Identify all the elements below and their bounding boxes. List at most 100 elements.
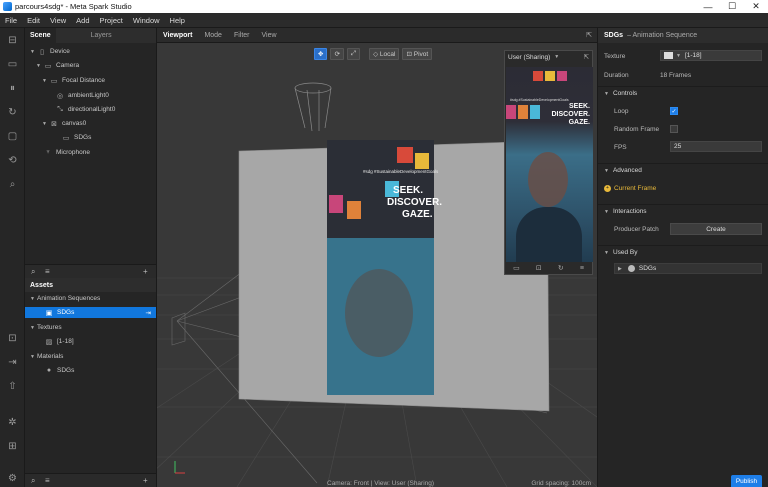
import-icon[interactable]: ⊡	[6, 332, 19, 345]
tree-item-directional-light[interactable]: ⤡ directionalLight0	[48, 104, 115, 115]
tree-item-focal-distance[interactable]: ▼ ▭ Focal Distance	[42, 75, 105, 86]
signin-icon[interactable]: ⇥	[6, 356, 19, 369]
layout-icon[interactable]: ⊟	[6, 34, 19, 47]
tree-item-microphone[interactable]: ♆ Microphone	[36, 147, 90, 158]
preview-device-select[interactable]: User (Sharing)	[508, 54, 550, 61]
assets-header: Assets	[25, 278, 156, 292]
local-button[interactable]: ◇ Local	[369, 48, 400, 60]
texture-select[interactable]: ▼ [1-18]	[660, 50, 762, 61]
fps-input[interactable]: 25	[670, 141, 762, 152]
rotate-device-icon[interactable]: ↻	[558, 264, 564, 272]
assets-panel: Assets ▼ Animation Sequences ▣ SDGs ⇥ ▼ …	[25, 278, 157, 487]
preview-hashtag-text: #sdg #SustainableDevelopmentGoals	[510, 98, 569, 102]
add-icon[interactable]: +	[143, 476, 148, 485]
section-interactions[interactable]: ▼ Interactions	[598, 204, 768, 218]
restart-icon[interactable]: ↻	[6, 106, 19, 119]
loop-checkbox[interactable]: ✓	[670, 107, 678, 115]
create-patch-button[interactable]: Create	[670, 223, 762, 235]
tree-item-sdgs[interactable]: ▭ SDGs	[54, 132, 92, 143]
popout-icon[interactable]: ⇱	[584, 53, 589, 61]
search-icon[interactable]: ⌕	[6, 178, 19, 191]
device-frame-icon[interactable]: ▢	[6, 130, 19, 143]
duration-label: Duration	[604, 71, 629, 79]
current-frame-label[interactable]: Current Frame	[614, 185, 656, 192]
axis-gizmo-icon	[174, 461, 185, 474]
scene-panel-footer: ⌕ ≡ +	[25, 264, 156, 278]
publish-button[interactable]: Publish	[731, 475, 762, 487]
pivot-button[interactable]: ⊡ Pivot	[402, 48, 433, 60]
bug-icon[interactable]: ✲	[6, 416, 19, 429]
record-video-icon[interactable]: ▭	[513, 264, 520, 272]
pivot-icon: ⊡	[406, 51, 412, 58]
canvas-slogan-1: SEEK.	[393, 185, 423, 196]
menu-view[interactable]: View	[45, 16, 71, 25]
notifications-icon[interactable]: ⊞	[6, 440, 19, 453]
minimize-button[interactable]: —	[696, 0, 720, 13]
assets-item-texture[interactable]: ▨ [1-18]	[44, 336, 74, 347]
assets-item-material[interactable]: ● SDGs	[44, 365, 74, 376]
menu-file[interactable]: File	[0, 16, 22, 25]
tree-item-canvas[interactable]: ▼ ⊠ canvas0	[42, 118, 86, 129]
ambient-light-icon: ◎	[56, 92, 64, 100]
properties-header: SDGs – Animation Sequence	[598, 28, 768, 43]
filter-icon[interactable]: ≡	[45, 267, 50, 276]
left-toolbar: ⊟ ▭ ⏸ ↻ ▢ ⟲ ⌕ ⊡ ⇥ ⇧ ✲ ⊞ ⚙	[0, 28, 25, 487]
tree-item-device[interactable]: ▼ ▯ Device	[30, 46, 70, 57]
search-icon[interactable]: ⌕	[31, 267, 35, 277]
export-icon[interactable]: ⇧	[6, 380, 19, 393]
viewport[interactable]: #sdg #SustainableDevelopmentGoals SEEK. …	[157, 43, 597, 487]
assets-group-animation-sequences[interactable]: ▼ Animation Sequences	[30, 293, 100, 304]
chevron-down-icon[interactable]: ▼	[554, 54, 559, 60]
screenshot-icon[interactable]: ⊡	[536, 264, 542, 272]
tab-view[interactable]: View	[256, 32, 283, 39]
menu-window[interactable]: Window	[128, 16, 165, 25]
assets-group-materials[interactable]: ▼ Materials	[30, 351, 63, 362]
directional-light-icon: ⤡	[57, 105, 63, 113]
pause-icon[interactable]: ⏸	[6, 82, 19, 95]
texture-label: Texture	[604, 52, 626, 60]
animation-sequence-icon: ▣	[45, 309, 53, 317]
settings-gear-icon[interactable]: ⚙	[6, 472, 19, 485]
camera-icon: ▭	[44, 62, 52, 70]
menu-help[interactable]: Help	[165, 16, 190, 25]
link-arrow-icon[interactable]: ⇥	[146, 309, 151, 317]
move-tool-button[interactable]: ✥	[314, 48, 328, 60]
tab-layers[interactable]: Layers	[86, 28, 117, 43]
menu-edit[interactable]: Edit	[22, 16, 45, 25]
simulator-preview[interactable]: User (Sharing) ▼ ⇱ #sdg #SustainableDeve…	[504, 50, 593, 275]
selected-type: – Animation Sequence	[627, 32, 698, 39]
video-icon[interactable]: ▭	[6, 58, 19, 71]
chevron-down-icon: ▼	[676, 52, 681, 59]
add-icon[interactable]: +	[143, 267, 148, 276]
section-used-by[interactable]: ▼ Used By	[598, 245, 768, 259]
close-button[interactable]: ✕	[744, 0, 768, 13]
filter-icon[interactable]: ≡	[45, 476, 50, 485]
tree-item-ambient-light[interactable]: ◎ ambientLight0	[48, 90, 109, 101]
maximize-button[interactable]: ☐	[720, 0, 744, 13]
canvas-icon: ⊠	[51, 120, 57, 128]
section-controls[interactable]: ▼ Controls	[598, 86, 768, 100]
scale-tool-button[interactable]: ⤢	[346, 48, 361, 60]
popout-icon[interactable]: ⇱	[586, 31, 592, 39]
canvas-slogan-3: GAZE.	[402, 209, 433, 220]
menu-add[interactable]: Add	[71, 16, 94, 25]
app-logo-icon	[3, 2, 12, 11]
add-patch-icon[interactable]: +	[604, 184, 611, 192]
sync-icon[interactable]: ⟲	[6, 154, 19, 167]
menu-project[interactable]: Project	[95, 16, 128, 25]
tab-mode[interactable]: Mode	[198, 32, 228, 39]
preview-menu-icon[interactable]: ≡	[580, 265, 584, 272]
used-by-item[interactable]: ▶ SDGs	[614, 263, 762, 274]
section-advanced[interactable]: ▼ Advanced	[598, 163, 768, 177]
tab-filter[interactable]: Filter	[228, 32, 256, 39]
assets-group-textures[interactable]: ▼ Textures	[30, 322, 62, 333]
canvas-slogan-2: DISCOVER.	[387, 197, 442, 208]
random-frame-checkbox[interactable]	[670, 125, 678, 133]
search-icon[interactable]: ⌕	[31, 476, 35, 486]
preview-slogan: SEEK. DISCOVER. GAZE.	[551, 103, 590, 126]
assets-item-sdgs-sequence[interactable]: ▣ SDGs ⇥	[25, 307, 156, 318]
rotate-tool-button[interactable]: ⟳	[330, 48, 344, 60]
tab-scene[interactable]: Scene	[25, 28, 56, 43]
tab-viewport[interactable]: Viewport	[157, 32, 198, 39]
tree-item-camera[interactable]: ▼ ▭ Camera	[36, 60, 79, 71]
